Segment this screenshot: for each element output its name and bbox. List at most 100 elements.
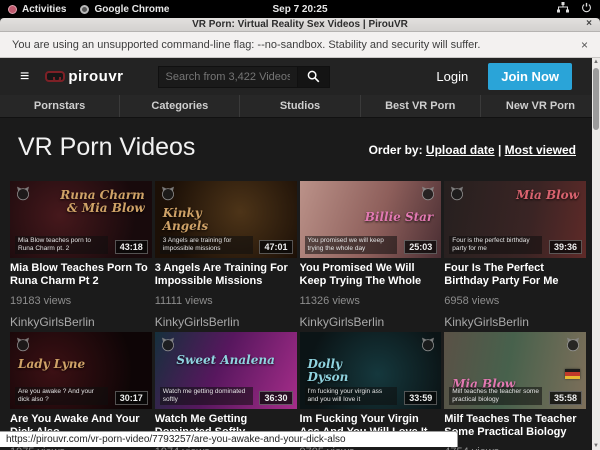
order-most-viewed-link[interactable]: Most viewed xyxy=(505,143,576,157)
thumb-caption: 3 Angels are training for impossible mis… xyxy=(160,236,253,254)
chrome-icon xyxy=(80,5,89,14)
order-separator: | xyxy=(498,143,501,157)
video-card[interactable]: Mia Blow Milf teaches the teacher some p… xyxy=(444,332,586,450)
video-duration-badge: 30:17 xyxy=(115,391,148,405)
video-studio-link[interactable]: KinkyGirlsBerlin xyxy=(10,315,152,329)
network-icon[interactable] xyxy=(557,2,569,16)
join-now-button[interactable]: Join Now xyxy=(488,63,572,90)
studio-watermark-icon xyxy=(160,336,176,357)
video-title[interactable]: Milf Teaches The Teacher Some Practical … xyxy=(444,413,586,439)
thumb-caption: I'm fucking your virgin ass and you will… xyxy=(305,387,398,405)
video-title[interactable]: Mia Blow Teaches Porn To Runa Charm Pt 2 xyxy=(10,262,152,288)
page-content: VR Porn Videos Order by: Upload date | M… xyxy=(0,118,600,450)
video-thumbnail[interactable]: Dolly Dyson I'm fucking your virgin ass … xyxy=(300,332,442,409)
nav-item-categories[interactable]: Categories xyxy=(119,95,239,117)
video-studio-link[interactable]: KinkyGirlsBerlin xyxy=(300,315,442,329)
video-thumbnail[interactable]: Sweet Analena Watch me getting dominated… xyxy=(155,332,297,409)
order-by-label: Order by: xyxy=(369,143,423,157)
studio-watermark-icon xyxy=(420,336,436,357)
video-thumbnail[interactable]: Mia Blow Four is the perfect birthday pa… xyxy=(444,181,586,258)
nav-item-new-vr-porn[interactable]: New VR Porn xyxy=(480,95,600,117)
power-icon[interactable] xyxy=(581,2,592,16)
warning-text: You are using an unsupported command-lin… xyxy=(12,39,480,51)
warning-close-icon[interactable]: × xyxy=(581,38,588,52)
video-thumbnail[interactable]: Billie Star You promised we will keep tr… xyxy=(300,181,442,258)
thumb-overlay-title: Runa Charm & Mia Blow xyxy=(57,189,145,215)
video-views: 11111 views xyxy=(155,295,297,307)
thumb-caption: Are you awake ? And your dick also ? xyxy=(15,387,108,405)
scrollbar-thumb[interactable] xyxy=(593,68,599,130)
site-header: ≡ pirouvr Login Join Now xyxy=(0,58,600,95)
thumb-caption: Milf teaches the teacher some practical … xyxy=(449,387,542,405)
video-card[interactable]: Runa Charm & Mia Blow Mia Blow teaches p… xyxy=(10,181,152,332)
logo-wordmark: pirouvr xyxy=(68,68,123,85)
studio-watermark-icon xyxy=(420,185,436,206)
thumb-caption: Watch me getting dominated softly xyxy=(160,387,253,405)
thumb-overlay-title: Dolly Dyson xyxy=(308,358,386,384)
thumb-overlay-title: Kinky Angels xyxy=(163,207,241,233)
warning-infobar: You are using an unsupported command-lin… xyxy=(0,32,600,58)
video-thumbnail[interactable]: Runa Charm & Mia Blow Mia Blow teaches p… xyxy=(10,181,152,258)
video-duration-badge: 47:01 xyxy=(259,240,292,254)
video-thumbnail[interactable]: Kinky Angels 3 Angels are training for i… xyxy=(155,181,297,258)
studio-watermark-icon xyxy=(449,185,465,206)
studio-watermark-icon xyxy=(15,336,31,357)
video-thumbnail[interactable]: Lady Lyne Are you awake ? And your dick … xyxy=(10,332,152,409)
video-views: 6958 views xyxy=(444,295,586,307)
activities-icon xyxy=(8,5,17,14)
status-url: https://pirouvr.com/vr-porn-video/779325… xyxy=(6,434,346,445)
video-duration-badge: 35:58 xyxy=(549,391,582,405)
video-studio-link[interactable]: KinkyGirlsBerlin xyxy=(155,315,297,329)
video-title[interactable]: 3 Angels Are Training For Impossible Mis… xyxy=(155,262,297,288)
window-close-icon[interactable]: × xyxy=(586,18,592,29)
video-duration-badge: 36:30 xyxy=(259,391,292,405)
nav-item-studios[interactable]: Studios xyxy=(239,95,359,117)
activities-button[interactable]: Activities xyxy=(8,4,66,15)
thumb-overlay-title: Billie Star xyxy=(355,211,433,224)
app-menu-button[interactable]: Google Chrome xyxy=(80,4,169,15)
video-views: 11326 views xyxy=(300,295,442,307)
video-duration-badge: 25:03 xyxy=(404,240,437,254)
thumb-caption: You promised we will keep trying the who… xyxy=(305,236,398,254)
app-menu-label: Google Chrome xyxy=(94,4,169,15)
video-card[interactable]: Mia Blow Four is the perfect birthday pa… xyxy=(444,181,586,332)
system-bar: Activities Google Chrome Sep 7 20:25 xyxy=(0,0,600,18)
video-title[interactable]: Four Is The Perfect Birthday Party For M… xyxy=(444,262,586,288)
main-nav: Pornstars Categories Studios Best VR Por… xyxy=(0,95,600,118)
search-input[interactable] xyxy=(158,66,298,88)
thumb-caption: Mia Blow teaches porn to Runa Charm pt. … xyxy=(15,236,108,254)
video-title[interactable]: You Promised We Will Keep Trying The Who… xyxy=(300,262,442,288)
site-logo[interactable]: pirouvr xyxy=(45,68,123,85)
video-duration-badge: 43:18 xyxy=(115,240,148,254)
scroll-up-icon[interactable]: ▲ xyxy=(593,58,599,66)
video-views: 4754 views xyxy=(444,446,586,450)
vr-goggles-icon xyxy=(45,71,65,82)
video-grid: Runa Charm & Mia Blow Mia Blow teaches p… xyxy=(10,181,586,450)
video-card[interactable]: Kinky Angels 3 Angels are training for i… xyxy=(155,181,297,332)
nav-item-best-vr-porn[interactable]: Best VR Porn xyxy=(360,95,480,117)
video-card[interactable]: Billie Star You promised we will keep tr… xyxy=(300,181,442,332)
screen: Activities Google Chrome Sep 7 20:25 VR … xyxy=(0,0,600,450)
video-studio-link[interactable]: KinkyGirlsBerlin xyxy=(444,315,586,329)
search-icon xyxy=(307,70,320,83)
nav-item-pornstars[interactable]: Pornstars xyxy=(0,95,119,117)
thumb-overlay-title: Mia Blow xyxy=(491,189,579,202)
studio-watermark-icon xyxy=(160,185,176,206)
thumb-overlay-title: Sweet Analena xyxy=(155,354,297,367)
search-button[interactable] xyxy=(298,66,330,88)
scroll-down-icon[interactable]: ▼ xyxy=(593,442,599,450)
video-duration-badge: 39:36 xyxy=(549,240,582,254)
login-link[interactable]: Login xyxy=(436,69,468,84)
hamburger-menu-icon[interactable]: ≡ xyxy=(20,69,29,85)
status-bar: https://pirouvr.com/vr-porn-video/779325… xyxy=(0,431,458,447)
scrollbar[interactable]: ▲ ▼ xyxy=(592,58,600,450)
window-title-bar: VR Porn: Virtual Reality Sex Videos | Pi… xyxy=(0,18,600,32)
activities-label: Activities xyxy=(22,4,66,15)
studio-watermark-icon xyxy=(15,185,31,206)
order-upload-date-link[interactable]: Upload date xyxy=(426,143,495,157)
german-flag-icon xyxy=(565,369,580,379)
video-thumbnail[interactable]: Mia Blow Milf teaches the teacher some p… xyxy=(444,332,586,409)
window-title: VR Porn: Virtual Reality Sex Videos | Pi… xyxy=(192,19,408,30)
thumb-overlay-title: Mia Blow xyxy=(452,378,537,391)
video-duration-badge: 33:59 xyxy=(404,391,437,405)
